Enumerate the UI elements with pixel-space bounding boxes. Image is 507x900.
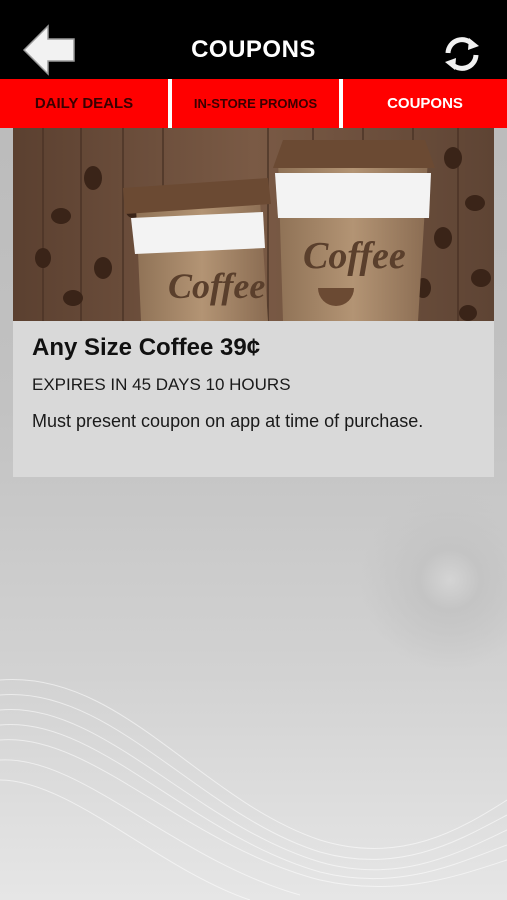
page-title: COUPONS <box>191 36 316 63</box>
coupon-image: Coffee Coffee <box>13 128 494 321</box>
coupon-description: Must present coupon on app at time of pu… <box>32 411 424 431</box>
tab-coupons[interactable]: COUPONS <box>343 79 507 128</box>
tab-daily-deals[interactable]: DAILY DEALS <box>0 79 168 128</box>
coupon-expiry: EXPIRES IN 45 DAYS 10 HOURS <box>32 375 291 394</box>
refresh-button[interactable] <box>442 36 482 72</box>
refresh-icon <box>445 37 479 71</box>
coupon-card[interactable]: Coffee Coffee Any Size Coffee 39¢ EXPIRE… <box>13 128 494 477</box>
tab-in-store-promos[interactable]: IN-STORE PROMOS <box>172 79 339 128</box>
tab-bar: DAILY DEALS IN-STORE PROMOS COUPONS <box>0 79 507 128</box>
svg-text:Coffee: Coffee <box>168 266 265 306</box>
coupon-title: Any Size Coffee 39¢ <box>32 334 261 361</box>
header-bar: COUPONS <box>0 0 507 79</box>
background-swirl-decoration <box>0 679 507 900</box>
svg-text:Coffee: Coffee <box>303 235 406 277</box>
